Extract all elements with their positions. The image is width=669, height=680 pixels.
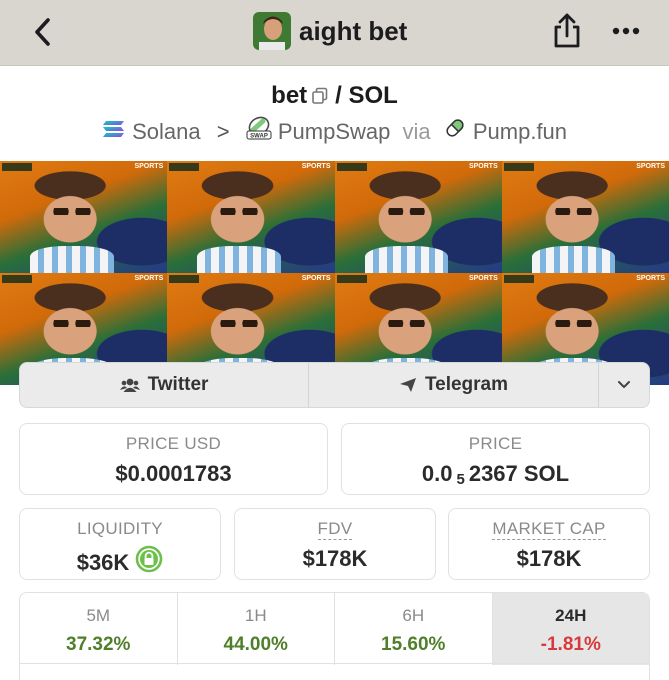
price-change: -1.81% [540,634,601,655]
token-banner-image: SPORTS SPORTS SPORTS SPORTS SPORTS SPORT… [0,161,669,385]
tab-1h[interactable]: 1H 44.00% [178,593,335,665]
launchpad-name[interactable]: Pump.fun [473,119,567,144]
fdv-value: $178K [302,546,368,571]
market-cap-value: $178K [516,546,582,571]
liquidity-value: $36K [76,549,130,575]
price-native-zero-count: 5 [456,471,465,488]
tab-5m[interactable]: 5M 37.32% [20,593,178,665]
svg-text:SWAP: SWAP [250,134,268,140]
token-avatar [253,12,291,50]
page-title: aight bet [299,16,408,46]
back-button[interactable] [26,14,62,50]
pumpfun-icon [443,116,467,148]
market-cap-label[interactable]: MARKET CAP [449,519,649,540]
price-change: 15.60% [381,634,446,655]
divider [19,663,650,664]
fdv-label[interactable]: FDV [235,519,435,540]
chevron-right-icon: > [216,119,230,145]
chain-name[interactable]: Solana [132,119,201,144]
pair-heading: bet / SOL [0,80,669,114]
users-icon [119,378,140,392]
price-native-suffix: 2367 SOL [468,461,570,486]
ellipsis-icon [612,27,640,35]
telegram-button[interactable]: Telegram [309,363,599,407]
tab-6h[interactable]: 6H 15.60% [335,593,493,665]
twitter-button[interactable]: Twitter [20,363,309,407]
dex-name[interactable]: PumpSwap [278,119,391,144]
liquidity-value-row: $36K [20,545,220,580]
telegram-label: Telegram [424,374,509,395]
chevron-down-icon [618,381,630,388]
social-links-bar: Twitter Telegram [19,362,650,408]
copy-icon[interactable] [311,82,329,114]
lock-icon[interactable] [135,545,163,580]
chain-breadcrumb: Solana > SWAP PumpSwap via Pump.fun [0,116,669,148]
tab-24h[interactable]: 24H -1.81% [492,593,649,665]
solana-icon [102,117,126,147]
banner-tile: SPORTS [167,161,335,273]
liquidity-card: LIQUIDITY $36K [19,508,221,580]
price-change: 37.32% [66,634,131,655]
timeframe-tabs: 5M 37.32% 1H 44.00% 6H 15.60% 24H -1.81% [19,592,650,680]
more-links-dropdown[interactable] [599,363,649,407]
price-native-card: PRICE 0.0 5 2367 SOL [341,423,650,495]
price-native-label: PRICE [468,434,523,453]
tab-label: 1H [244,606,267,625]
pair-separator: / [335,82,342,109]
price-native-value: 0.0 5 2367 SOL [342,460,649,488]
via-label: via [402,119,431,145]
chevron-left-icon [35,18,50,46]
tab-label: 5M [86,606,111,625]
market-cap-card: MARKET CAP $178K [448,508,650,580]
share-button[interactable] [550,12,584,50]
more-button[interactable] [606,14,646,48]
price-usd-label: PRICE USD [125,434,222,453]
base-token-symbol: bet [271,82,308,109]
liquidity-label: LIQUIDITY [77,519,163,538]
tab-label: 24H [555,606,587,625]
banner-tile: SPORTS [334,161,502,273]
banner-tile: SPORTS [0,161,168,273]
quote-token-symbol: SOL [348,82,398,109]
price-change: 44.00% [223,634,288,655]
top-nav-bar: aight bet [0,0,669,66]
send-icon [399,378,416,392]
fdv-card: FDV $178K [234,508,436,580]
banner-tile: SPORTS [501,161,669,273]
pumpswap-icon: SWAP [246,116,272,148]
tab-label: 6H [402,606,425,625]
price-usd-card: PRICE USD $0.0001783 [19,423,328,495]
share-icon [554,13,580,48]
twitter-label: Twitter [147,374,209,395]
price-usd-value: $0.0001783 [115,461,232,486]
price-native-prefix: 0.0 [421,461,453,486]
